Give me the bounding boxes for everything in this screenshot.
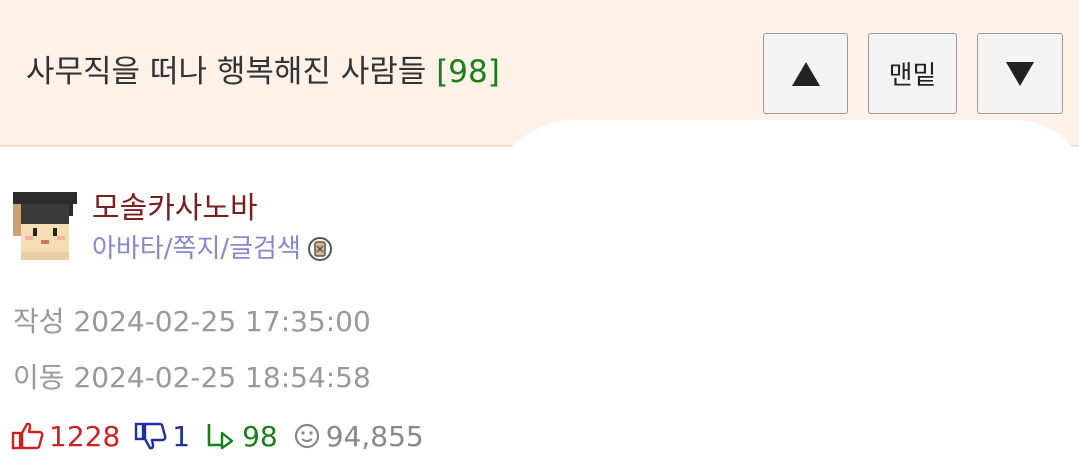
moved-label: 이동 <box>13 361 65 394</box>
moved-time: 이동 2024-02-25 18:54:58 <box>13 361 371 395</box>
thumbs-down-icon <box>135 422 167 450</box>
comment-count[interactable]: [98] <box>436 54 500 90</box>
post-stats: 1228 1 98 94,855 <box>11 418 438 454</box>
moved-value: 2024-02-25 18:54:58 <box>73 361 371 394</box>
avatar-link[interactable]: 아바타 <box>92 232 164 266</box>
upvote-stat[interactable]: 1228 <box>11 420 120 453</box>
post-title: 사무직을 떠나 행복해진 사람들 [98] <box>26 52 500 92</box>
downvote-stat[interactable]: 1 <box>134 420 190 453</box>
written-time: 작성 2024-02-25 17:35:00 <box>13 305 371 339</box>
author-nickname[interactable]: 모솔카사노바 <box>92 191 258 227</box>
view-stat: 94,855 <box>292 420 424 453</box>
scroll-top-button[interactable] <box>763 33 848 114</box>
thumbs-up-icon <box>11 422 44 450</box>
link-separator: / <box>163 234 173 264</box>
avatar[interactable] <box>13 192 77 260</box>
written-value: 2024-02-25 17:35:00 <box>73 305 371 338</box>
smiley-face-icon <box>294 423 319 449</box>
triangle-down-icon <box>1006 61 1034 86</box>
post-search-link[interactable]: 글검색 <box>229 232 301 266</box>
author-links: 아바타 / 쪽지 / 글검색 <box>92 232 333 266</box>
reply-arrow-icon <box>207 424 234 450</box>
scroll-bottom-button[interactable]: 맨밑 <box>868 33 957 114</box>
downvote-count: 1 <box>172 419 191 453</box>
message-link[interactable]: 쪽지 <box>173 232 221 266</box>
scroll-bottom-label: 맨밑 <box>888 61 937 91</box>
post-title-text: 사무직을 떠나 행복해진 사람들 <box>26 54 427 90</box>
link-separator: / <box>220 234 230 264</box>
triangle-up-icon <box>791 61 820 86</box>
scroll-down-button[interactable] <box>977 33 1063 114</box>
written-label: 작성 <box>13 305 65 338</box>
pixel-avatar-icon <box>13 192 77 260</box>
level-badge-icon <box>307 236 333 262</box>
view-count: 94,855 <box>325 419 424 453</box>
blank-area <box>486 120 1079 471</box>
upvote-count: 1228 <box>49 419 121 453</box>
reply-stat[interactable]: 98 <box>204 420 278 453</box>
reply-count: 98 <box>242 419 278 453</box>
